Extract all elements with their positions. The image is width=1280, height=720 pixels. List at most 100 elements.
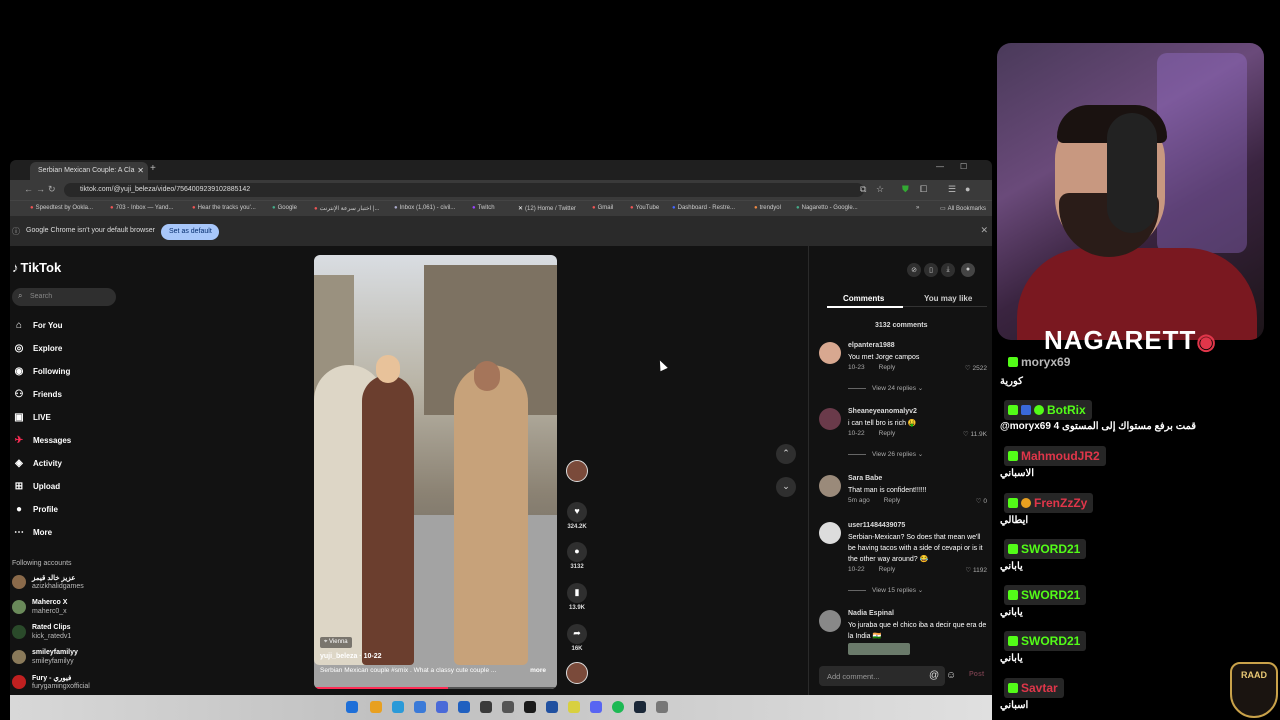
bookmark-item[interactable]: ● Speedtest by Ookla... xyxy=(30,205,93,211)
avatar[interactable] xyxy=(819,475,841,497)
creator-avatar-next[interactable] xyxy=(564,662,590,684)
sidebar-icon[interactable]: ☰ xyxy=(948,184,956,195)
bookmark-item[interactable]: ● 703 - Inbox — Yand... xyxy=(110,205,173,211)
edge-icon[interactable] xyxy=(392,701,404,713)
close-tab-icon[interactable]: ✕ xyxy=(137,166,144,175)
bookmark-item[interactable]: ● Twitch xyxy=(472,205,495,211)
save-button[interactable]: ▮ 13.9K xyxy=(564,583,590,611)
extension-shield-icon[interactable]: ⛊ xyxy=(902,184,909,195)
profile-avatar-icon[interactable]: ● xyxy=(965,184,970,194)
view-replies-link[interactable]: View 15 replies ⌄ xyxy=(848,586,923,594)
reply-link[interactable]: Reply xyxy=(879,364,896,371)
comment-user[interactable]: Sheaneyeanomalyv2 xyxy=(848,408,917,415)
all-bookmarks[interactable]: ▭ All Bookmarks xyxy=(940,205,986,212)
nav-upload[interactable]: ⊞ Upload xyxy=(12,481,60,499)
discord-icon[interactable] xyxy=(590,701,602,713)
close-infobar-icon[interactable]: ✕ xyxy=(980,225,988,236)
app-icon[interactable] xyxy=(436,701,448,713)
nav-messages[interactable]: ✈ Messages xyxy=(12,435,71,453)
share-button[interactable]: ➦ 16K xyxy=(564,624,590,652)
chrome-icon[interactable] xyxy=(568,701,580,713)
avatar[interactable] xyxy=(819,610,841,632)
nav-following[interactable]: ◉ Following xyxy=(12,366,71,384)
video-author[interactable]: yuji_beleza · 10-22 xyxy=(320,653,381,660)
bookmark-item[interactable]: ● Inbox (1,061) - civil... xyxy=(394,205,455,211)
bookmark-item[interactable]: ✕ (12) Home / Twitter xyxy=(518,205,576,212)
bookmark-item[interactable]: ● trendyol xyxy=(754,205,781,211)
nav-friends[interactable]: ⚇ Friends xyxy=(12,389,62,407)
mention-icon[interactable]: @ xyxy=(929,670,939,681)
avatar[interactable] xyxy=(819,522,841,544)
search-input[interactable]: ⌕ Search xyxy=(12,288,116,306)
comment-likes[interactable]: ♡ 0 xyxy=(976,497,987,505)
video-player[interactable]: ⌖ Vienna yuji_beleza · 10-22 Serbian Mex… xyxy=(314,255,557,689)
emoji-icon[interactable]: ☺ xyxy=(946,670,956,681)
view-replies-link[interactable]: View 26 replies ⌄ xyxy=(848,450,923,458)
reply-link[interactable]: Reply xyxy=(884,497,901,504)
reload-icon[interactable]: ↻ xyxy=(48,184,56,195)
compass-icon[interactable]: ⊘ xyxy=(907,263,921,277)
comment-user[interactable]: Nadia Espinal xyxy=(848,610,894,617)
set-as-default-button[interactable]: Set as default xyxy=(161,224,219,240)
comment-likes[interactable]: ♡ 2522 xyxy=(965,364,987,372)
settings-icon[interactable] xyxy=(656,701,668,713)
avatar[interactable]: ● xyxy=(961,263,975,277)
chevron-up-icon[interactable]: ⌃ xyxy=(776,444,796,464)
chevron-down-icon[interactable]: ⌄ xyxy=(776,477,796,497)
bookmark-item[interactable]: ● Hear the tracks you'... xyxy=(192,205,256,211)
star-icon[interactable]: ☆ xyxy=(876,184,884,195)
app-icon[interactable] xyxy=(524,701,536,713)
nav-more[interactable]: ⋯ More xyxy=(12,527,52,545)
tab-you-may-like[interactable]: You may like xyxy=(924,294,972,303)
nav-activity[interactable]: ◈ Activity xyxy=(12,458,62,476)
phone-icon[interactable]: ▯ xyxy=(924,263,938,277)
windows-start-icon[interactable] xyxy=(346,701,358,713)
back-icon[interactable]: ← xyxy=(24,184,33,194)
nav-for-you[interactable]: ⌂ For You xyxy=(12,320,63,338)
cast-icon[interactable]: ⧉ xyxy=(860,184,866,195)
spotify-icon[interactable] xyxy=(612,701,624,713)
forward-icon[interactable]: → xyxy=(36,184,45,194)
app-icon[interactable] xyxy=(458,701,470,713)
app-icon[interactable] xyxy=(546,701,558,713)
nav-profile[interactable]: ● Profile xyxy=(12,504,58,522)
steam-icon[interactable] xyxy=(634,701,646,713)
file-explorer-icon[interactable] xyxy=(370,701,382,713)
app-icon[interactable] xyxy=(502,701,514,713)
add-comment-input[interactable]: Add comment... xyxy=(819,666,945,686)
reply-link[interactable]: Reply xyxy=(879,430,896,437)
comment-likes[interactable]: ♡ 1192 xyxy=(965,566,987,574)
app-icon[interactable] xyxy=(480,701,492,713)
creator-avatar-button[interactable] xyxy=(564,460,590,482)
comment-button[interactable]: ● 3132 xyxy=(564,542,590,570)
app-icon[interactable] xyxy=(414,701,426,713)
more-link[interactable]: more xyxy=(530,667,546,674)
bookmark-item[interactable]: ● Dashboard - Restre... xyxy=(672,205,735,211)
bookmark-item[interactable]: ● Google xyxy=(272,205,297,211)
url-bar[interactable]: tiktok.com/@yuji_beleza/video/7564009239… xyxy=(64,183,864,197)
tab-comments[interactable]: Comments xyxy=(843,294,884,303)
bookmarks-overflow-icon[interactable]: » xyxy=(916,205,919,211)
bookmark-item[interactable]: ● اختبار سرعة الإنترنت |... xyxy=(314,205,380,212)
comment-likes[interactable]: ♡ 11.9K xyxy=(963,430,987,438)
avatar[interactable] xyxy=(819,408,841,430)
comment-user[interactable]: elpantera1988 xyxy=(848,342,895,349)
avatar[interactable] xyxy=(819,342,841,364)
tiktok-logo[interactable]: ♪ TikTok xyxy=(12,260,61,275)
maximize-icon[interactable]: ☐ xyxy=(960,162,967,171)
download-icon[interactable]: ⤓ xyxy=(941,263,955,277)
video-progress-bar[interactable] xyxy=(314,687,557,689)
bookmark-item[interactable]: ● Gmail xyxy=(592,205,613,211)
view-replies-link[interactable]: View 24 replies ⌄ xyxy=(848,384,923,392)
extensions-icon[interactable]: ⧠ xyxy=(920,184,927,195)
new-tab-icon[interactable]: + xyxy=(150,163,156,174)
comment-user[interactable]: Sara Babe xyxy=(848,475,882,482)
comment-image[interactable] xyxy=(848,643,910,655)
like-button[interactable]: ♥ 324.2K xyxy=(564,502,590,530)
bookmark-item[interactable]: ● Nagaretto - Google... xyxy=(796,205,858,211)
post-button[interactable]: Post xyxy=(969,671,984,678)
video-location-tag[interactable]: ⌖ Vienna xyxy=(320,637,352,648)
browser-tab[interactable]: Serbian Mexican Couple: A Cla ✕ xyxy=(30,162,148,180)
nav-explore[interactable]: ◎ Explore xyxy=(12,343,63,361)
nav-live[interactable]: ▣ LIVE xyxy=(12,412,51,430)
